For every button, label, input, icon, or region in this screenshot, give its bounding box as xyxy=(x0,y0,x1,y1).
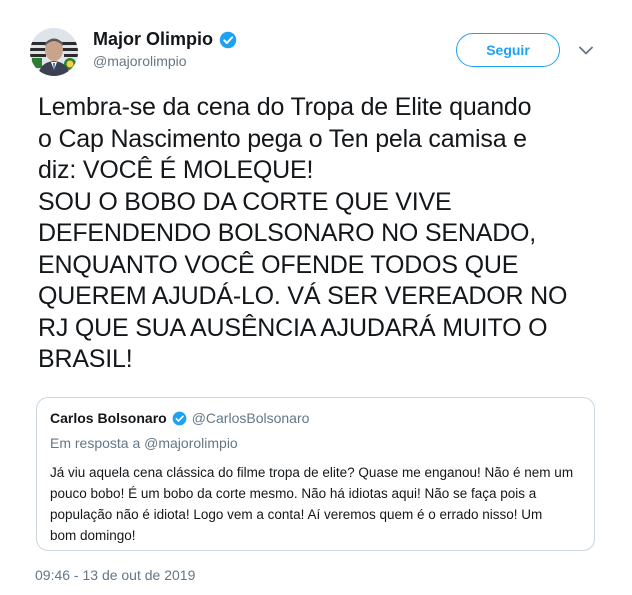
tweet-text: Lembra-se da cena do Tropa de Elite quan… xyxy=(38,92,608,376)
tweet-line: diz: VOCÊ É MOLEQUE! xyxy=(38,156,314,184)
reply-context: Em resposta a @majorolimpio xyxy=(50,435,238,451)
timestamp[interactable]: 09:46 - 13 de out de 2019 xyxy=(35,567,195,583)
menu-button[interactable] xyxy=(578,42,594,58)
tweet-line: o Cap Nascimento pega o Ten pela camisa … xyxy=(38,124,527,153)
quoted-line: bom domingo! xyxy=(50,528,136,543)
tweet-line: ENQUANTO VOCÊ OFENDE TODOS QUE xyxy=(38,250,519,279)
verified-badge-icon xyxy=(219,31,237,48)
tweet-line: DEFENDENDO BOLSONARO NO SENADO, xyxy=(38,219,537,247)
quoted-tweet[interactable]: Carlos Bolsonaro @CarlosBolsonaro Em res… xyxy=(36,397,595,551)
author-name[interactable]: Major Olimpio xyxy=(93,29,213,50)
tweet-line: BRASIL! xyxy=(38,345,133,373)
quoted-author-name: Carlos Bolsonaro xyxy=(50,410,167,426)
quoted-line: Já viu aquela cena clássica do filme tro… xyxy=(50,465,574,480)
quoted-line: pouco bobo! É um bobo da corte mesmo. Nã… xyxy=(50,486,537,501)
quoted-tweet-header: Carlos Bolsonaro @CarlosBolsonaro xyxy=(50,410,309,426)
verified-badge-icon xyxy=(172,411,187,425)
quoted-author-handle: @CarlosBolsonaro xyxy=(191,410,310,426)
chevron-down-icon xyxy=(579,46,593,54)
tweet-line: RJ QUE SUA AUSÊNCIA AJUDARÁ MUITO O xyxy=(38,313,548,342)
tweet-line: QUEREM AJUDÁ-LO. VÁ SER VEREADOR NO xyxy=(38,282,568,310)
follow-button[interactable]: Seguir xyxy=(456,33,560,67)
avatar[interactable] xyxy=(30,28,78,76)
quoted-tweet-text: Já viu aquela cena clássica do filme tro… xyxy=(50,462,580,546)
author-handle[interactable]: @majorolimpio xyxy=(93,53,187,69)
tweet-line: SOU O BOBO DA CORTE QUE VIVE xyxy=(38,187,452,216)
quoted-line: população não é idiota! Logo vem a conta… xyxy=(50,507,543,522)
profile-photo-icon xyxy=(30,28,78,76)
tweet-line: Lembra-se da cena do Tropa de Elite quan… xyxy=(38,93,532,121)
author-name-row[interactable]: Major Olimpio xyxy=(93,29,237,50)
